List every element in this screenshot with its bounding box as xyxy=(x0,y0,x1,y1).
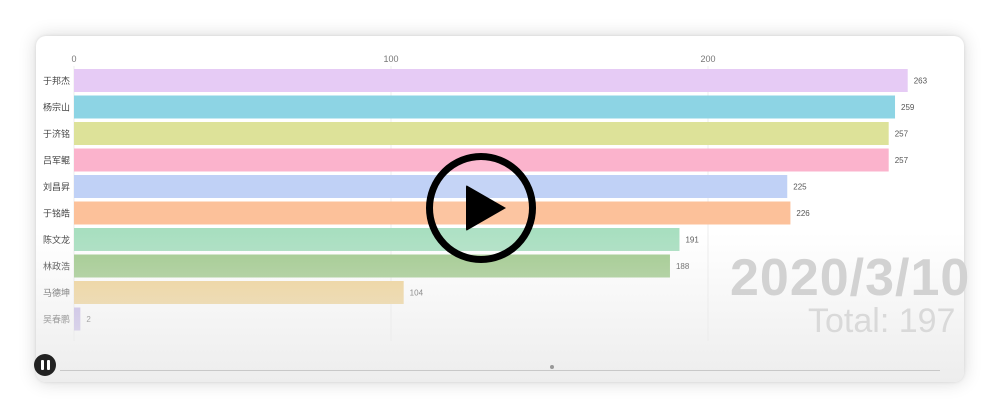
category-label: 于邦杰 xyxy=(43,75,70,87)
pause-button[interactable] xyxy=(34,354,56,376)
bar xyxy=(74,122,889,145)
bar xyxy=(74,281,404,304)
play-icon xyxy=(466,185,506,231)
bar xyxy=(74,228,680,251)
timeline-track xyxy=(60,370,940,371)
x-tick-label: 200 xyxy=(700,54,715,64)
category-label: 林政浩 xyxy=(43,261,70,273)
value-label: 191 xyxy=(685,236,699,245)
bar xyxy=(74,95,896,119)
bar xyxy=(74,69,908,92)
x-axis-ticks: 0 100 200 xyxy=(71,54,715,64)
value-label: 259 xyxy=(901,103,915,112)
value-label: 104 xyxy=(410,289,424,298)
pause-icon xyxy=(40,360,44,370)
value-label: 188 xyxy=(676,262,690,271)
category-label: 杨宗山 xyxy=(43,102,70,114)
bar xyxy=(74,307,81,331)
x-tick-label: 0 xyxy=(71,54,76,64)
timeline-thumb[interactable] xyxy=(550,365,554,369)
value-label: 225 xyxy=(793,183,807,192)
category-label: 吕军鲲 xyxy=(43,155,70,167)
category-label: 吴春鹏 xyxy=(43,314,70,326)
category-label: 马德坤 xyxy=(43,287,70,299)
timeline-scrubber[interactable] xyxy=(60,365,940,382)
total-label: Total: 197 xyxy=(808,302,956,340)
value-label: 2 xyxy=(86,315,91,324)
value-label: 226 xyxy=(796,209,810,218)
current-date-label: 2020/3/10 xyxy=(730,249,971,307)
category-label: 陈文龙 xyxy=(43,234,70,246)
value-label: 257 xyxy=(895,130,909,139)
pause-icon-bar xyxy=(46,360,50,370)
play-button[interactable] xyxy=(426,153,536,263)
category-label: 刘昌昇 xyxy=(43,181,70,193)
category-label: 于铭皓 xyxy=(43,208,70,220)
x-tick-label: 100 xyxy=(383,54,398,64)
category-label: 于济铭 xyxy=(43,128,70,140)
value-label: 257 xyxy=(895,156,909,165)
value-label: 263 xyxy=(914,77,928,86)
bar xyxy=(74,254,670,278)
